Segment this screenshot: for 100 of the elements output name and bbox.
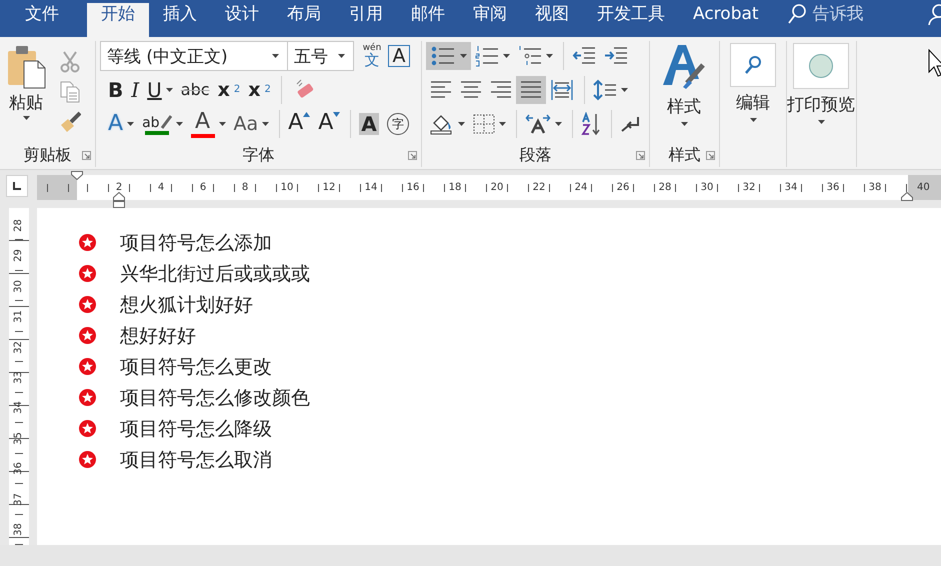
dialog-launcher-icon (636, 151, 645, 160)
sort-icon (581, 112, 601, 136)
tell-me-search[interactable]: 告诉我 (786, 3, 864, 37)
ruler-number: 36 (13, 462, 24, 476)
font-size-dropdown[interactable]: 五号 (287, 41, 354, 71)
person-icon (927, 3, 941, 25)
line-spacing-icon (593, 79, 617, 101)
list-item-text: 项目符号怎么降级 (120, 416, 272, 442)
paintbrush-icon (59, 111, 81, 133)
align-right-icon (490, 80, 512, 100)
star-bullet-icon (79, 265, 96, 282)
ruler-number: 36 (826, 182, 840, 193)
ribbon-tab[interactable]: 引用 (335, 3, 397, 37)
caret-icon (818, 120, 824, 124)
text-effects-button[interactable]: A (104, 110, 138, 138)
copy-pages-icon (59, 81, 81, 103)
group-label: 字体 (242, 144, 274, 166)
ruler-number: 28 (658, 182, 672, 193)
phonetic-guide-button[interactable]: wén 文 (359, 44, 385, 68)
font-color-button[interactable]: A (186, 110, 230, 138)
print-preview-button[interactable]: 打印预览 (787, 41, 855, 143)
font-name-dropdown[interactable]: 等线 (中文正文) (100, 41, 288, 71)
dialog-launcher-icon (706, 151, 715, 160)
star-bullet-icon (79, 358, 96, 375)
bold-button[interactable]: B (104, 76, 128, 104)
list-item-text: 项目符号怎么取消 (120, 448, 272, 472)
caret-icon (272, 54, 279, 58)
underline-button[interactable]: U (143, 76, 177, 104)
ribbon-tab[interactable]: 开发工具 (583, 3, 679, 37)
caret-icon (680, 122, 688, 126)
star-bullet-icon (79, 296, 96, 313)
numbered-list-icon (475, 45, 499, 67)
ruler-number: 38 (868, 182, 882, 193)
align-center-icon (460, 80, 482, 100)
letter-brush-icon (661, 43, 707, 91)
ribbon-tab[interactable]: 文件 (11, 3, 73, 37)
caret-icon (503, 54, 510, 58)
ruler-number: 32 (742, 182, 756, 193)
shrink-font-button[interactable]: A (314, 110, 344, 138)
caret-icon (338, 54, 345, 58)
ribbon-tab[interactable]: 开始 (87, 3, 149, 37)
star-bullet-icon (79, 327, 96, 344)
ribbon-tab[interactable]: 设计 (211, 3, 273, 37)
caret-icon (262, 122, 270, 126)
star-bullet-icon (79, 420, 96, 437)
change-case-button[interactable]: Aa (230, 110, 274, 138)
ruler-number: 30 (13, 280, 24, 292)
ruler-number: 34 (13, 402, 24, 414)
caret-icon (750, 118, 756, 122)
ruler-number: 4 (156, 182, 166, 193)
star-bullet-icon (79, 389, 96, 406)
paste-button[interactable]: 粘贴 (0, 41, 52, 143)
ruler-number: 32 (13, 340, 24, 354)
marker-pen-icon (160, 114, 172, 130)
tab-selector[interactable] (6, 175, 28, 197)
caret-icon (127, 122, 134, 126)
ruler-number: 6 (198, 182, 208, 193)
caret-icon (555, 122, 562, 126)
tab-stop-icon (12, 181, 22, 191)
list-item-text: 兴华北街过后或或或或 (120, 262, 310, 286)
letter-arrows-icon (525, 114, 551, 134)
ruler-number: 12 (322, 182, 336, 193)
ribbon-tab[interactable]: 审阅 (459, 3, 521, 37)
ruler-number: 33 (13, 371, 24, 384)
superscript-button[interactable]: x$^{2}$ (244, 76, 275, 104)
caret-icon (458, 122, 465, 126)
styles-button[interactable]: 样式 (650, 41, 718, 143)
highlight-button[interactable]: ab (138, 110, 187, 138)
ruler-number: 8 (240, 182, 250, 193)
ruler-number: 31 (13, 310, 24, 323)
borders-grid-icon (473, 114, 495, 134)
caret-icon (176, 122, 183, 126)
ruler-margin (37, 175, 77, 200)
grow-font-button[interactable]: A (279, 110, 314, 138)
down-triangle-icon (333, 112, 340, 117)
right-indent-marker[interactable] (901, 192, 913, 201)
caret-icon (218, 122, 226, 126)
ribbon-tab[interactable]: 布局 (273, 3, 335, 37)
editing-button[interactable]: 编辑 (720, 41, 786, 143)
character-shading-button[interactable]: A (350, 110, 383, 138)
paint-bucket-icon (430, 113, 454, 135)
ribbon-tab[interactable]: 视图 (521, 3, 583, 37)
bullet-list-button[interactable] (426, 42, 471, 70)
italic-button[interactable]: I (127, 76, 144, 104)
align-left-icon (430, 80, 452, 100)
hanging-indent-marker[interactable] (113, 192, 125, 208)
scissors-icon (59, 51, 81, 73)
justify-icon (520, 80, 542, 100)
ribbon-tab[interactable]: 插入 (149, 3, 211, 37)
ribbon-tab[interactable]: Acrobat (679, 3, 773, 37)
bulleted-list-icon (430, 45, 456, 67)
character-border-button[interactable]: A (388, 45, 410, 67)
group-label: 剪贴板 (24, 144, 72, 166)
ribbon-tab[interactable]: 邮件 (397, 3, 459, 37)
justify-button[interactable] (516, 76, 546, 104)
ruler-number: 34 (784, 182, 798, 193)
caret-icon (499, 122, 506, 126)
ruler-number: 30 (700, 182, 714, 193)
dialog-launcher-icon (408, 151, 417, 160)
caret-icon (22, 116, 30, 120)
